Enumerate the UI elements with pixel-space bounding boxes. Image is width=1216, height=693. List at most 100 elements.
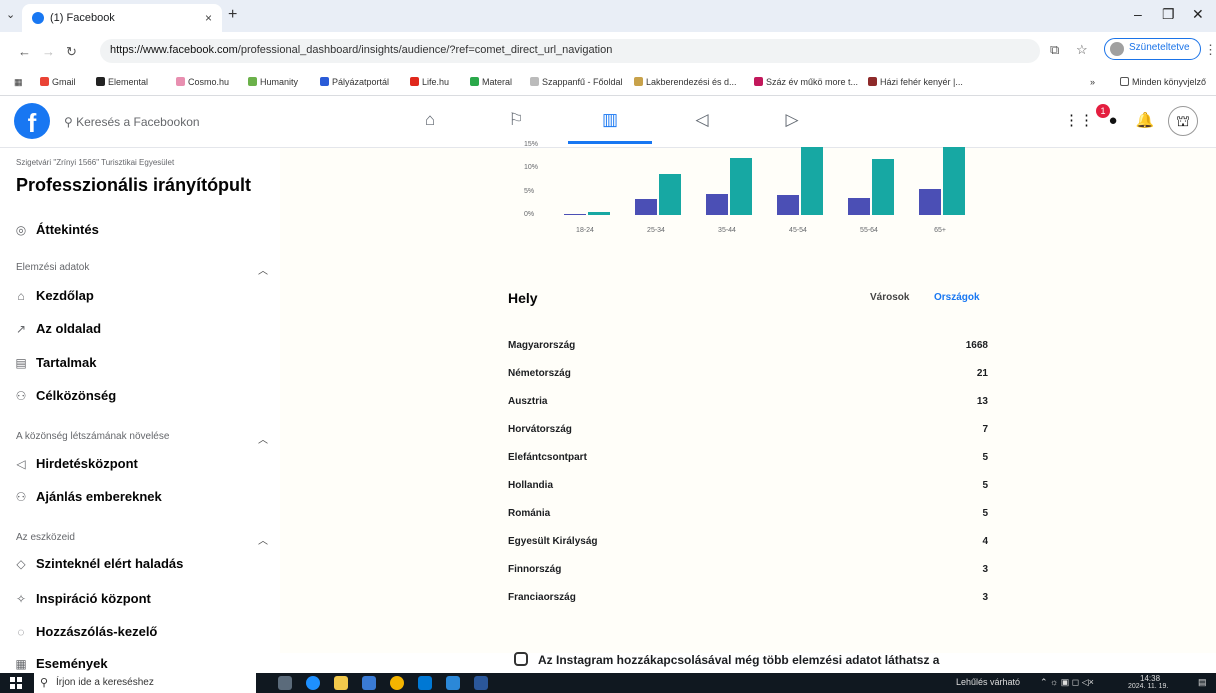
browser-menu-icon[interactable]: ⋮ (1204, 42, 1216, 58)
chart-bar[interactable] (872, 159, 894, 215)
forward-icon[interactable]: → (42, 44, 55, 59)
system-tray-icons[interactable]: ⌃ ☼ ▣ ◻ ◁× (1040, 677, 1094, 688)
ads-megaphone-icon[interactable]: ◁ (690, 110, 714, 134)
sidebar-item-ads-center[interactable]: ◁ Hirdetésközpont (12, 456, 137, 471)
bookmark-item[interactable]: Humanity (248, 77, 298, 87)
tab-cities[interactable]: Városok (870, 292, 909, 303)
new-tab-button[interactable]: + (228, 6, 237, 24)
back-icon[interactable]: ← (18, 44, 31, 59)
tab-list-dropdown-icon[interactable]: ⌄ (6, 8, 15, 21)
sidebar-item-home[interactable]: ⌂ Kezdőlap (12, 288, 94, 303)
reload-icon[interactable]: ↻ (66, 44, 77, 60)
table-row: Magyarország 1668 (508, 340, 988, 360)
instagram-connect-note[interactable]: Az Instagram hozzákapcsolásával még több… (514, 652, 939, 667)
chart-bar[interactable] (588, 212, 610, 215)
chart-bar[interactable] (706, 194, 728, 215)
table-row: Ausztria 13 (508, 396, 988, 416)
mail-icon[interactable] (446, 676, 460, 690)
chrome-browser-icon[interactable] (390, 676, 404, 690)
chart-bar[interactable] (943, 147, 965, 215)
bookmark-item[interactable]: Elemental (96, 77, 148, 87)
bookmark-item[interactable]: Materal (470, 77, 512, 87)
chart-bar[interactable] (801, 147, 823, 215)
clock-date[interactable]: 2024. 11. 19. (1128, 683, 1168, 690)
task-view-icon[interactable] (278, 676, 292, 690)
profile-paused-button[interactable]: Szüneteltetve (1104, 38, 1201, 60)
tab-close-icon[interactable]: × (205, 11, 212, 25)
bookmark-item[interactable]: Gmail (40, 77, 76, 87)
tab-countries[interactable]: Országok (934, 292, 980, 303)
sidebar-item-inspiration[interactable]: ✧ Inspiráció központ (12, 591, 151, 606)
chart-bar[interactable] (730, 158, 752, 215)
sidebar-item-audience[interactable]: ⚇ Célközönség (12, 388, 117, 403)
restore-icon[interactable]: ❐ (1162, 6, 1175, 23)
chart-bar[interactable] (659, 173, 681, 215)
bookmark-item[interactable]: Lakberendezési és d... (634, 77, 737, 87)
bookmark-item[interactable]: Házi fehér kenyér |... (868, 77, 963, 87)
bookmark-item[interactable]: Pályázatportál (320, 77, 389, 87)
weather-status[interactable]: Lehűlés várható (956, 677, 1020, 687)
facebook-logo[interactable]: f (14, 103, 50, 139)
facebook-header: f ⚲ Keresés a Facebookon ⌂ ⚐ ▥ ◁ ▷ ⋮⋮ ● … (0, 96, 1216, 148)
video-icon[interactable]: ▷ (780, 110, 804, 134)
notifications-bell-icon[interactable]: 🔔 (1130, 106, 1160, 136)
collapse-caret-icon[interactable]: ︿ (258, 431, 268, 446)
url-path: /professional_dashboard/insights/audienc… (237, 44, 613, 56)
page-avatar[interactable]: ⛫ (1168, 106, 1198, 136)
windows-start-icon[interactable] (10, 677, 22, 689)
collapse-caret-icon[interactable]: ︿ (258, 262, 268, 277)
chart-bar[interactable] (635, 198, 657, 215)
location-title: Hely (508, 290, 538, 306)
country-count: 1668 (965, 340, 988, 351)
notification-center-icon[interactable]: ▤ (1198, 677, 1207, 688)
bookmark-item[interactable]: Cosmo.hu (176, 77, 229, 87)
all-bookmarks-folder[interactable]: Minden könyvjelző (1120, 77, 1206, 87)
sidebar-item-overview[interactable]: ◎ Áttekintés (12, 222, 99, 237)
country-name: Egyesült Királyság (508, 536, 598, 547)
megaphone-icon: ◁ (16, 456, 26, 471)
chart-bar[interactable] (848, 197, 870, 215)
sidebar-item-comment-manager[interactable]: ◌ Hozzászólás-kezelő (12, 624, 157, 639)
close-window-icon[interactable]: ✕ (1192, 6, 1204, 23)
sidebar-item-your-page[interactable]: ↗ Az oldalad (12, 321, 101, 336)
menu-grid-icon[interactable]: ⋮⋮ (1064, 106, 1094, 136)
outlook-icon[interactable] (418, 676, 432, 690)
file-explorer-icon[interactable] (334, 676, 348, 690)
x-tick-label: 18-24 (576, 227, 594, 234)
pages-flag-icon[interactable]: ⚐ (504, 110, 528, 134)
insights-chart-icon[interactable]: ▥ (598, 110, 622, 134)
home-icon[interactable]: ⌂ (418, 110, 442, 134)
x-tick-label: 35-44 (718, 227, 736, 234)
clock-time[interactable]: 14:38 (1140, 674, 1160, 683)
edge-browser-icon[interactable] (306, 676, 320, 690)
minimize-icon[interactable]: – (1134, 6, 1142, 22)
word-icon[interactable] (474, 676, 488, 690)
chart-bar[interactable] (777, 194, 799, 215)
sidebar-item-label: Kezdőlap (36, 288, 94, 303)
chart-bar[interactable] (919, 189, 941, 215)
facebook-search-input[interactable]: ⚲ Keresés a Facebookon (58, 108, 258, 136)
bookmark-item[interactable]: Szappanfű - Főoldal (530, 77, 623, 87)
bookmarks-more-icon[interactable]: » (1090, 77, 1095, 87)
bookmark-item[interactable]: Száz év műkö more t... (754, 77, 858, 87)
collapse-caret-icon[interactable]: ︿ (258, 532, 268, 547)
sidebar-item-recommend[interactable]: ⚇ Ajánlás embereknek (12, 489, 162, 504)
browser-tab[interactable]: (1) Facebook × (22, 4, 222, 32)
apps-grid-icon[interactable]: ▦ (14, 77, 23, 88)
table-row: Románia 5 (508, 508, 988, 528)
instagram-icon (514, 652, 528, 666)
sidebar-item-content[interactable]: ▤ Tartalmak (12, 355, 96, 370)
bookmark-item[interactable]: Life.hu (410, 77, 449, 87)
chart-bar[interactable] (564, 214, 586, 215)
url-input[interactable]: https://www.facebook.com/professional_da… (100, 39, 1040, 63)
store-icon[interactable] (362, 676, 376, 690)
bookmark-label: Házi fehér kenyér |... (880, 77, 963, 87)
section-analytics: Elemzési adatok (16, 262, 90, 273)
profile-paused-label: Szüneteltetve (1129, 42, 1190, 53)
sidebar-item-events[interactable]: ▦ Események (12, 656, 107, 671)
cast-icon[interactable]: ⧉ (1050, 42, 1059, 58)
taskbar-search-input[interactable]: ⚲ Írjon ide a kereséshez (34, 673, 256, 693)
sidebar-item-level-progress[interactable]: ◇ Szinteknél elért haladás (12, 556, 183, 571)
bookmark-star-icon[interactable]: ☆ (1076, 42, 1088, 58)
table-row: Németország 21 (508, 368, 988, 388)
